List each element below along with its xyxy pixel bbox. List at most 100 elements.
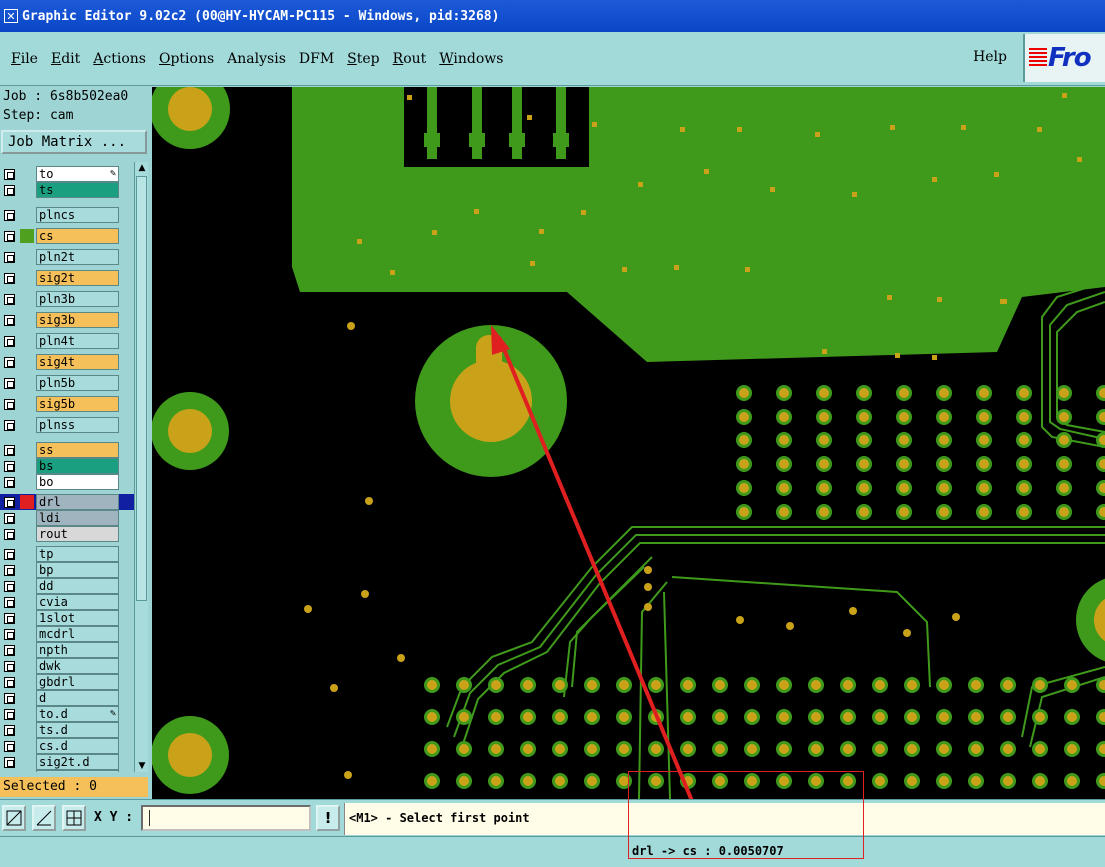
layer-name[interactable]: dd [36, 578, 119, 594]
alert-button[interactable]: ! [316, 805, 340, 831]
layer-checkbox[interactable] [4, 336, 15, 347]
layer-name[interactable]: mcdrl [36, 626, 119, 642]
layer-checkbox[interactable] [4, 581, 15, 592]
layer-checkbox[interactable] [4, 645, 15, 656]
layer-row-bo[interactable]: bo [0, 474, 134, 490]
snap-diagonal-icon[interactable] [32, 805, 56, 831]
layer-name[interactable]: ldi [36, 510, 119, 526]
menu-options[interactable]: Options [159, 51, 214, 67]
layer-row-sig4t[interactable]: sig4t [0, 354, 134, 370]
layer-checkbox[interactable] [4, 185, 15, 196]
layer-name[interactable]: cs [36, 228, 119, 244]
layer-checkbox[interactable] [4, 273, 15, 284]
layer-name[interactable]: cs.d [36, 738, 119, 754]
layer-row-sig5b[interactable]: sig5b [0, 396, 134, 412]
job-matrix-button[interactable]: Job Matrix ... [1, 130, 147, 154]
layer-name[interactable]: sig5b [36, 396, 119, 412]
layer-checkbox[interactable] [4, 709, 15, 720]
layer-row-dwk[interactable]: dwk [0, 658, 134, 674]
graphic-canvas[interactable] [152, 87, 1105, 799]
layer-name[interactable]: dwk [36, 658, 119, 674]
menu-rout[interactable]: Rout [393, 51, 427, 67]
pcb-view[interactable] [152, 87, 1105, 799]
layer-name[interactable]: bo [36, 474, 119, 490]
layer-checkbox[interactable] [4, 661, 15, 672]
layer-checkbox[interactable] [4, 629, 15, 640]
layer-row-ss[interactable]: ss [0, 442, 134, 458]
layer-row-rout[interactable]: rout [0, 526, 134, 542]
layer-row-sig3b[interactable]: sig3b [0, 312, 134, 328]
layer-row-sig3b-d[interactable]: sig3b.d [0, 770, 134, 772]
layer-name[interactable]: sig2t [36, 270, 119, 286]
layer-name[interactable]: ss [36, 442, 119, 458]
layer-row-plnss[interactable]: plnss [0, 417, 134, 433]
layer-row-sig2t-d[interactable]: sig2t.d [0, 754, 134, 770]
layer-checkbox[interactable] [4, 231, 15, 242]
layer-row-dd[interactable]: dd [0, 578, 134, 594]
layer-name[interactable]: bp [36, 562, 119, 578]
layer-name[interactable]: to.d ✎ [36, 706, 119, 722]
layer-name[interactable]: rout [36, 526, 119, 542]
menu-actions[interactable]: Actions [93, 51, 146, 67]
layer-checkbox[interactable] [4, 725, 15, 736]
layer-name[interactable]: bs [36, 458, 119, 474]
layer-name[interactable]: sig3b.d [36, 770, 119, 772]
layer-checkbox[interactable] [4, 420, 15, 431]
layer-name[interactable]: gbdrl [36, 674, 119, 690]
layer-row-drl[interactable]: drl [0, 494, 134, 510]
layer-row-tp[interactable]: tp [0, 546, 134, 562]
layer-name[interactable]: 1slot [36, 610, 119, 626]
layer-row-ts[interactable]: ts [0, 182, 134, 198]
layer-row-bs[interactable]: bs [0, 458, 134, 474]
layer-name[interactable]: ts [36, 182, 119, 198]
layer-row-to-d[interactable]: to.d ✎ [0, 706, 134, 722]
layer-checkbox[interactable] [4, 549, 15, 560]
layer-row-gbdrl[interactable]: gbdrl [0, 674, 134, 690]
layer-checkbox[interactable] [4, 497, 15, 508]
menu-windows[interactable]: Windows [439, 51, 503, 67]
layer-name[interactable]: pln4t [36, 333, 119, 349]
layer-row-pln2t[interactable]: pln2t [0, 249, 134, 265]
layer-name[interactable]: sig3b [36, 312, 119, 328]
layer-row-pln5b[interactable]: pln5b [0, 375, 134, 391]
layer-row-npth[interactable]: npth [0, 642, 134, 658]
menu-file[interactable]: File [11, 51, 38, 67]
menu-dfm[interactable]: DFM [299, 51, 334, 67]
menu-analysis[interactable]: Analysis [227, 51, 286, 67]
layer-row-d[interactable]: d [0, 690, 134, 706]
layer-checkbox[interactable] [4, 565, 15, 576]
layer-name[interactable]: cvia [36, 594, 119, 610]
layer-row-plncs[interactable]: plncs [0, 207, 134, 223]
layer-checkbox[interactable] [4, 315, 15, 326]
layer-name[interactable]: pln5b [36, 375, 119, 391]
layer-name[interactable]: pln3b [36, 291, 119, 307]
layer-name[interactable]: plnss [36, 417, 119, 433]
layer-name[interactable]: npth [36, 642, 119, 658]
scroll-thumb[interactable] [136, 176, 147, 601]
layer-scrollbar[interactable]: ▲ ▼ [134, 162, 148, 772]
snap-grid-icon[interactable] [62, 805, 86, 831]
layer-checkbox[interactable] [4, 677, 15, 688]
layer-checkbox[interactable] [4, 529, 15, 540]
layer-row-1slot[interactable]: 1slot [0, 610, 134, 626]
layer-row-ts-d[interactable]: ts.d [0, 722, 134, 738]
layer-row-pln4t[interactable]: pln4t [0, 333, 134, 349]
layer-checkbox[interactable] [4, 513, 15, 524]
layer-checkbox[interactable] [4, 445, 15, 456]
help-menu[interactable]: Help [973, 49, 1007, 65]
scroll-up-icon[interactable]: ▲ [136, 162, 148, 174]
layer-checkbox[interactable] [4, 357, 15, 368]
layer-name[interactable]: sig2t.d [36, 754, 119, 770]
layer-checkbox[interactable] [4, 252, 15, 263]
menu-step[interactable]: Step [347, 51, 379, 67]
layer-row-pln3b[interactable]: pln3b [0, 291, 134, 307]
layer-checkbox[interactable] [4, 461, 15, 472]
layer-name[interactable]: pln2t [36, 249, 119, 265]
layer-row-cvia[interactable]: cvia [0, 594, 134, 610]
scroll-down-icon[interactable]: ▼ [136, 760, 148, 772]
layer-row-bp[interactable]: bp [0, 562, 134, 578]
layer-name[interactable]: drl [36, 494, 119, 510]
layer-name[interactable]: ts.d [36, 722, 119, 738]
layer-checkbox[interactable] [4, 597, 15, 608]
layer-checkbox[interactable] [4, 294, 15, 305]
